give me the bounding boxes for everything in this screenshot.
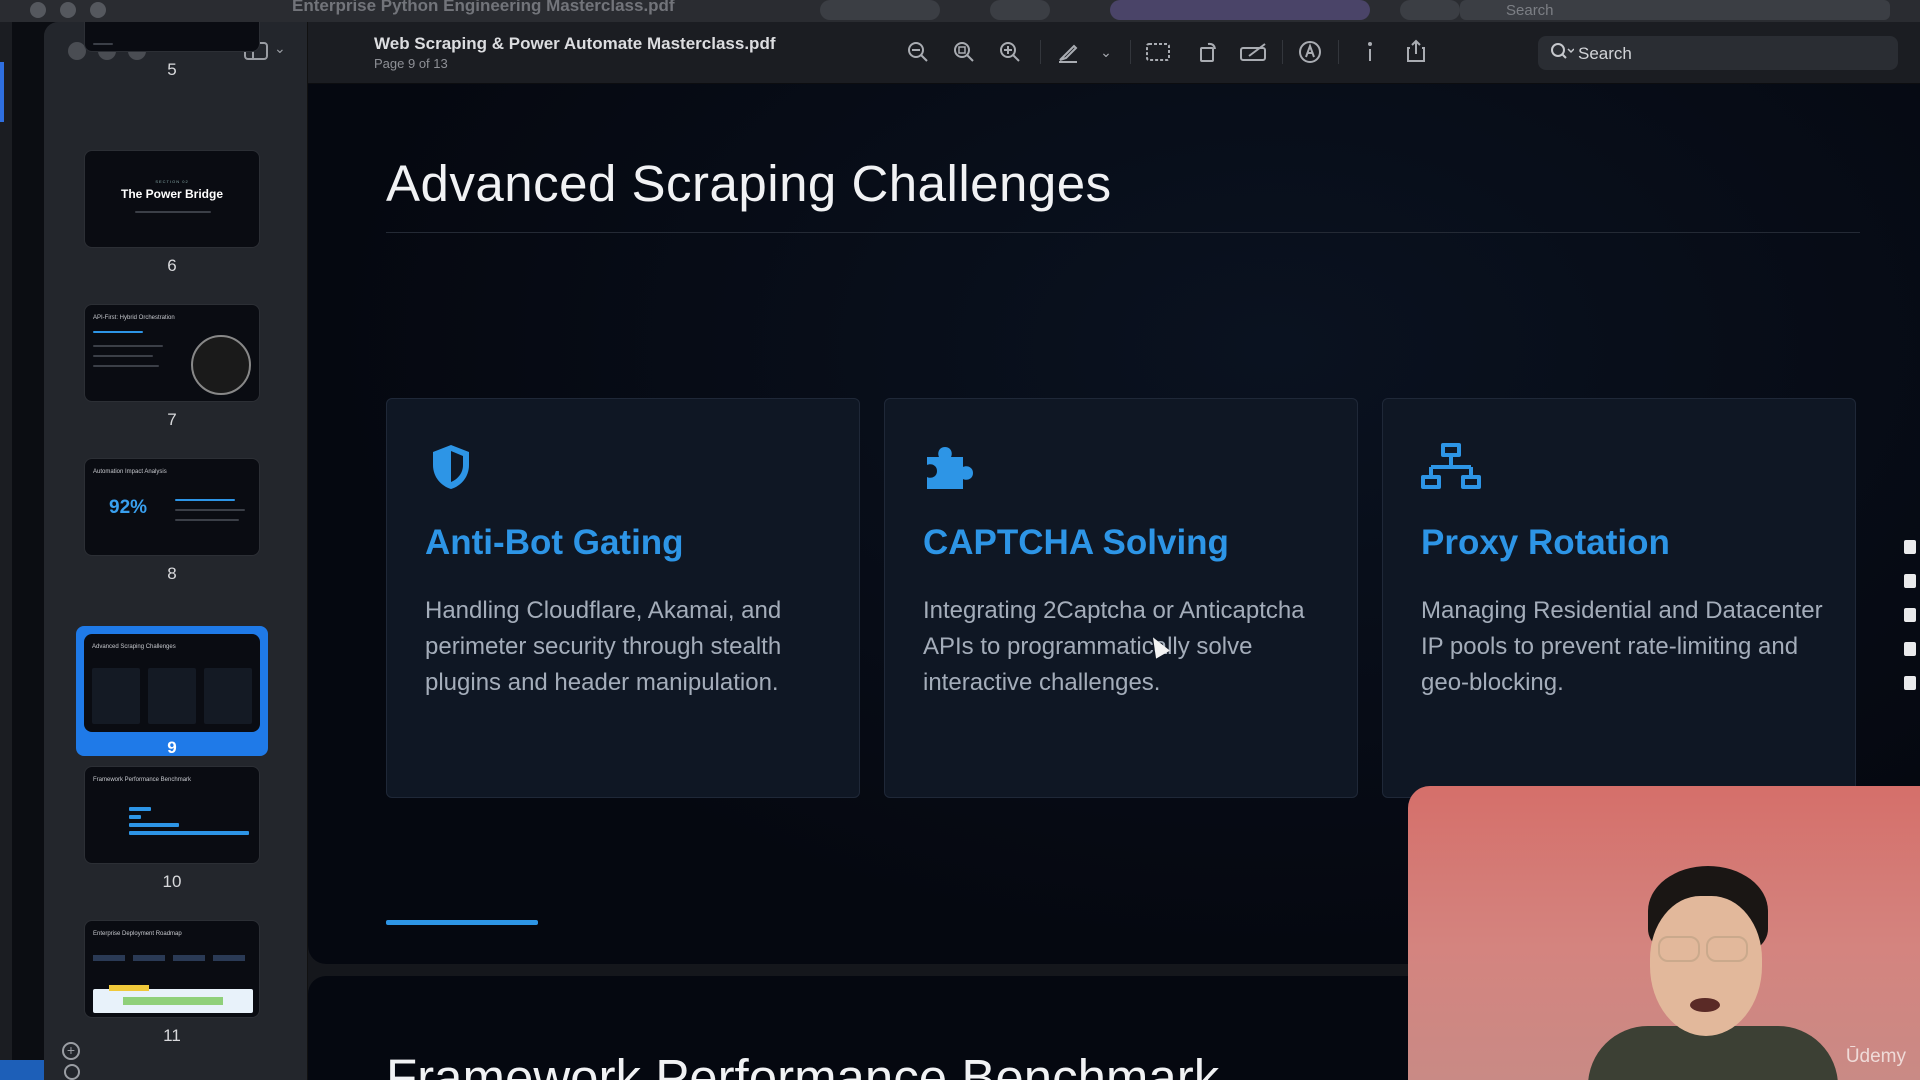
card-title: Anti-Bot Gating — [425, 523, 684, 562]
thumbnail-image: Framework Performance Benchmark — [84, 766, 260, 864]
copy-icon[interactable] — [1904, 642, 1916, 656]
title-divider — [386, 232, 1860, 233]
add-icon[interactable] — [64, 1064, 80, 1080]
thumbnail-title: Framework Performance Benchmark — [93, 777, 192, 783]
thumbnail-page-5[interactable]: 5 — [84, 22, 260, 80]
puzzle-icon — [923, 441, 975, 493]
thumbnail-page-10[interactable]: Framework Performance Benchmark 10 — [84, 766, 260, 892]
thumbnail-page-number: 7 — [167, 410, 177, 429]
background-window-titlebar: Enterprise Python Engineering Masterclas… — [0, 0, 1920, 22]
zoom-in-icon[interactable] — [994, 36, 1026, 68]
next-slide-title: Framework Performance Benchmark — [386, 1049, 1220, 1080]
thumbnail-page-number: 6 — [167, 256, 177, 275]
zoom-fit-icon[interactable] — [948, 36, 980, 68]
thumbnail-image: API-First: Hybrid Orchestration — [84, 304, 260, 402]
chevron-down-icon: ⌄ — [274, 40, 286, 56]
thumbnail-page-number: 11 — [163, 1026, 181, 1045]
chevron-down-icon[interactable]: ⌄ — [1090, 36, 1122, 68]
thumbnail-page-number: 10 — [162, 872, 182, 891]
card-anti-bot-gating: Anti-Bot Gating Handling Cloudflare, Aka… — [386, 398, 860, 798]
shield-icon — [425, 441, 477, 493]
image-select-icon[interactable] — [1142, 36, 1174, 68]
thumbnail-title: Automation Impact Analysis — [93, 469, 167, 475]
thumbnail-page-9[interactable]: Advanced Scraping Challenges 9 — [76, 626, 268, 758]
page-indicator: Page 9 of 13 — [374, 56, 448, 71]
udemy-watermark: Ūdemy — [1845, 1046, 1906, 1067]
thumbnail-title: Enterprise Deployment Roadmap — [93, 931, 182, 937]
accessibility-icon[interactable] — [1294, 36, 1326, 68]
card-captcha-solving: CAPTCHA Solving Integrating 2Captcha or … — [884, 398, 1358, 798]
thumbnail-page-6[interactable]: SECTION 02 The Power Bridge 6 — [84, 150, 260, 276]
desktop-left-edge — [0, 22, 12, 1080]
thumbnail-page-number: 5 — [167, 60, 177, 79]
share-icon[interactable] — [1400, 36, 1432, 68]
slide-title: Advanced Scraping Challenges — [386, 155, 1112, 212]
card-body: Managing Residential and Datacenter IP p… — [1421, 597, 1823, 696]
card-body: Integrating 2Captcha or Anticaptcha APIs… — [923, 597, 1305, 696]
thumbnail-stat: 92% — [109, 497, 148, 518]
webcam-overlay: Ūdemy — [1408, 786, 1920, 1080]
toolbar: Web Scraping & Power Automate Masterclas… — [308, 22, 1920, 84]
thumbnail-image: Advanced Scraping Challenges — [84, 634, 260, 732]
document-title: Web Scraping & Power Automate Masterclas… — [374, 34, 776, 53]
background-window-search: Search — [1460, 0, 1890, 20]
thumbnail-banner — [93, 985, 253, 1013]
thumbnail-page-8[interactable]: Automation Impact Analysis 92% 8 — [84, 458, 260, 584]
zoom-out-icon[interactable] — [902, 36, 934, 68]
add-page-icon[interactable]: + — [62, 1042, 80, 1060]
background-window-traffic-lights — [30, 2, 120, 23]
markup-icon[interactable] — [1238, 36, 1270, 68]
thumbnail-image: SECTION 02 The Power Bridge — [84, 150, 260, 248]
presenter-glasses — [1658, 936, 1756, 962]
thumbnail-page-number: 9 — [167, 738, 177, 757]
thumbnail-page-7[interactable]: API-First: Hybrid Orchestration 7 — [84, 304, 260, 430]
dock-edge — [0, 1060, 44, 1080]
rotate-icon[interactable] — [1192, 36, 1224, 68]
card-proxy-rotation: Proxy Rotation Managing Residential and … — [1382, 398, 1856, 798]
thumbnail-image — [84, 22, 260, 52]
thumbnail-title: The Power Bridge — [120, 187, 224, 201]
background-window-title: Enterprise Python Engineering Masterclas… — [292, 0, 675, 15]
thumbnail-page-11[interactable]: Enterprise Deployment Roadmap 11 — [84, 920, 260, 1046]
camera-icon[interactable] — [1904, 574, 1916, 588]
search-input[interactable]: Search — [1538, 36, 1898, 70]
info-icon[interactable] — [1354, 36, 1386, 68]
presenter-face — [1650, 896, 1762, 1036]
thumbnail-image: Automation Impact Analysis 92% — [84, 458, 260, 556]
network-icon — [1421, 441, 1481, 493]
highlighter-icon[interactable] — [1052, 36, 1084, 68]
thumbnail-title: API-First: Hybrid Orchestration — [93, 315, 175, 321]
card-title: CAPTCHA Solving — [923, 523, 1229, 562]
thumbnail-title: Advanced Scraping Challenges — [92, 644, 176, 650]
floating-tool-strip[interactable] — [1904, 540, 1920, 700]
link-icon[interactable] — [1904, 540, 1916, 554]
gear-icon[interactable] — [1904, 676, 1916, 690]
thumbnail-image: Enterprise Deployment Roadmap — [84, 920, 260, 1018]
search-icon — [1550, 42, 1575, 67]
square-icon[interactable] — [1904, 608, 1916, 622]
thumbnail-sidebar: ⌄ 5 SECTION 02 The Power Bridge 6 API-Fi… — [44, 22, 308, 1080]
accent-underline — [386, 920, 538, 925]
robot-illustration — [191, 335, 251, 395]
card-title: Proxy Rotation — [1421, 523, 1670, 562]
thumbnail-kicker: SECTION 02 — [155, 179, 189, 184]
card-body: Handling Cloudflare, Akamai, and perimet… — [425, 597, 782, 696]
presenter-mouth — [1690, 998, 1720, 1012]
search-placeholder: Search — [1578, 44, 1632, 63]
thumbnail-page-number: 8 — [167, 564, 177, 583]
